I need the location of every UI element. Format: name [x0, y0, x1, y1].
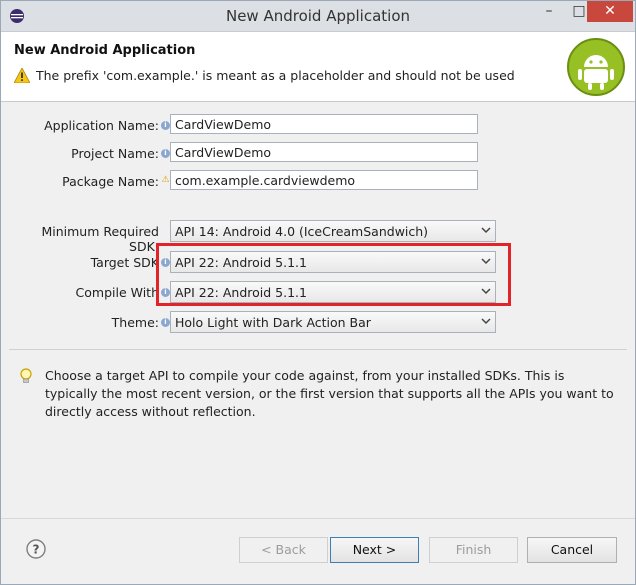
chevron-down-icon: [481, 318, 491, 325]
next-button[interactable]: Next >: [330, 537, 419, 563]
divider: [9, 349, 627, 350]
theme-dropdown[interactable]: Holo Light with Dark Action Bar: [170, 311, 496, 333]
package-name-label: Package Name:: [62, 174, 159, 189]
application-name-label: Application Name:: [44, 118, 159, 133]
min-sdk-label: Minimum Required SDK:: [41, 224, 159, 254]
theme-value: Holo Light with Dark Action Bar: [175, 315, 371, 330]
warning-icon: [14, 68, 30, 83]
dialog-window: New Android Application – □ ✕ New Androi…: [0, 0, 636, 585]
red-highlight-box: [156, 243, 511, 306]
header-title: New Android Application: [14, 43, 196, 58]
warning-small-icon: ⚠: [161, 175, 170, 185]
svg-text:?: ?: [33, 543, 40, 557]
min-sdk-dropdown[interactable]: API 14: Android 4.0 (IceCreamSandwich): [170, 220, 496, 242]
hint-text: Choose a target API to compile your code…: [45, 368, 614, 419]
min-sdk-value: API 14: Android 4.0 (IceCreamSandwich): [175, 224, 429, 239]
compile-with-label: Compile With: [75, 285, 159, 300]
title-bar: New Android Application – □ ✕: [1, 1, 635, 32]
target-sdk-label: Target SDK: [90, 255, 159, 270]
project-name-label: Project Name:: [71, 146, 159, 161]
info-icon: i: [161, 121, 170, 130]
info-icon: i: [161, 318, 170, 327]
project-name-input[interactable]: CardViewDemo: [170, 142, 478, 162]
application-name-input[interactable]: CardViewDemo: [170, 114, 478, 134]
wizard-header: New Android Application The prefix 'com.…: [1, 32, 635, 102]
help-icon[interactable]: ?: [26, 539, 46, 559]
minimize-button[interactable]: –: [535, 1, 563, 23]
close-button[interactable]: ✕: [587, 1, 633, 22]
chevron-down-icon: [481, 227, 491, 234]
footer-divider: [1, 518, 635, 519]
back-button[interactable]: < Back: [239, 537, 328, 563]
lightbulb-icon: [20, 368, 32, 383]
android-logo-icon: [567, 38, 625, 96]
package-name-input[interactable]: com.example.cardviewdemo: [170, 170, 478, 190]
header-warning-message: The prefix 'com.example.' is meant as a …: [36, 68, 515, 83]
finish-button[interactable]: Finish: [429, 537, 518, 563]
info-icon: i: [161, 149, 170, 158]
theme-label: Theme:: [111, 315, 159, 330]
cancel-button[interactable]: Cancel: [527, 537, 617, 563]
